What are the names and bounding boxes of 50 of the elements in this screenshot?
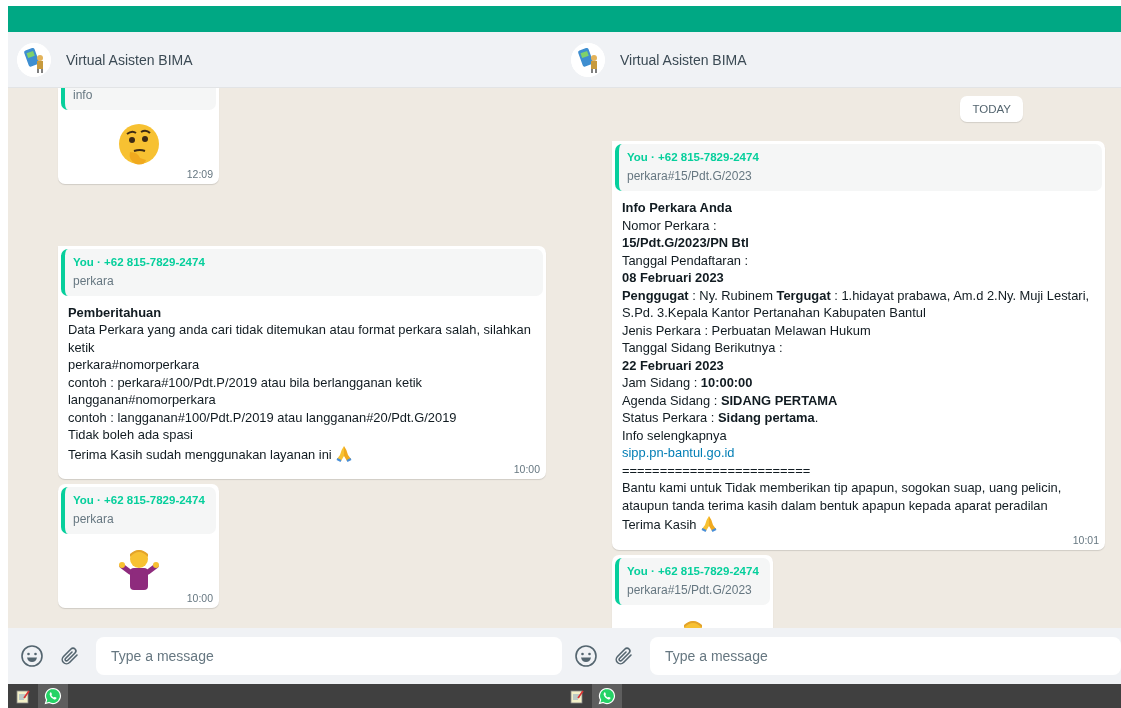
message-input[interactable]: Type a message [96,637,562,675]
quote-author: You · +62 815-7829-2474 [627,151,760,163]
emoji-icon[interactable] [20,644,44,668]
message-time: 10:00 [513,463,540,475]
quote-text: perkara#15/Pdt.G/2023 [627,582,753,597]
quoted-message[interactable]: info [61,88,216,110]
quote-text: perkara [73,512,115,526]
contact-name: Virtual Asisten BIMA [620,51,747,68]
quote-author: You · +62 815-7829-2474 [627,564,760,577]
message-line: Pemberitahuan [68,303,163,321]
quote-author: You · +62 815-7829-2474 [73,255,206,268]
message-line: Terima Kasih [622,514,1095,534]
quoted-message[interactable]: You · +62 815-7829-2474 perkara#15/Pdt.G/2023 [615,557,770,605]
message-line: 22 Februari 2023 [622,356,725,374]
message-line: contoh : langganan#100/Pdt.P/2019 atau langganan#20/Pdt.G/2019 [68,408,458,426]
link[interactable]: sipp.pn-bantul.go.id [622,444,735,462]
emoji-icon[interactable] [574,644,598,668]
message-time: 12:09 [186,168,213,180]
quote-author: You · +62 815-7829-2474 [73,494,206,506]
message-time: 10:01 [1072,533,1099,546]
message-line: Status Perkara : Sidang pertama. [622,409,820,427]
message-time: 10:00 [186,592,213,604]
quote-text: perkara#15/Pdt.G/2023 [627,169,753,183]
quoted-message[interactable]: You · +62 815-7829-2474 perkara#15/Pdt.G/2023 [615,144,1102,191]
message-line: Jenis Perkara : Perbuatan Melawan Hukum [622,321,872,339]
message-line: Nomor Perkara : [622,216,718,234]
message-line: 15/Pdt.G/2023/PN Btl [622,234,750,252]
message-line: 08 Februari 2023 [622,269,725,287]
message-line: Tanggal Sidang Berikutnya : [622,339,784,357]
message-line: Info selengkapnya [622,426,728,444]
contact-name: Virtual Asisten BIMA [66,51,193,68]
message-line: Tidak boleh ada spasi [68,426,194,444]
message-input[interactable]: Type a message [650,637,1121,675]
quote-text: info [73,88,94,102]
praying-hands-icon [700,514,717,532]
message-line: Info Perkara Anda [622,199,733,217]
message-line: ========================= [622,461,812,479]
message-line: Jam Sidang : 10:00:00 [622,374,754,392]
message-line: Tanggal Pendaftaran : [622,251,750,269]
phone-bubble-icon[interactable] [592,684,622,708]
quote-text: perkara [73,273,115,288]
message-line: Terima Kasih sudah menggunakan layanan ini [68,443,536,463]
message-line: perkara#nomorperkara [68,356,201,374]
quoted-message[interactable]: You · +62 815-7829-2474 perkara [61,248,543,296]
message-line: Bantu kami untuk Tidak memberikan tip apapun, sogokan suap, uang pelicin, ataupun tanda terima kasih dalam bentuk apapun kepada aparat peradilan [622,479,1063,514]
quoted-message[interactable]: You · +62 815-7829-2474 perkara [61,487,216,534]
message-line: Penggugat : Ny. Rubinem Tergugat : 1.hidayat prabawa, Am.d 2.Ny. Muji Lestari, S.Pd. 3.Kepala Kantor Pertanahan Kabupaten Bantul [622,286,1091,322]
message-line: Agenda Sidang : SIDANG PERTAMA [622,391,839,409]
phone-bubble-icon[interactable] [38,684,68,708]
date-chip: TODAY [960,96,1023,122]
